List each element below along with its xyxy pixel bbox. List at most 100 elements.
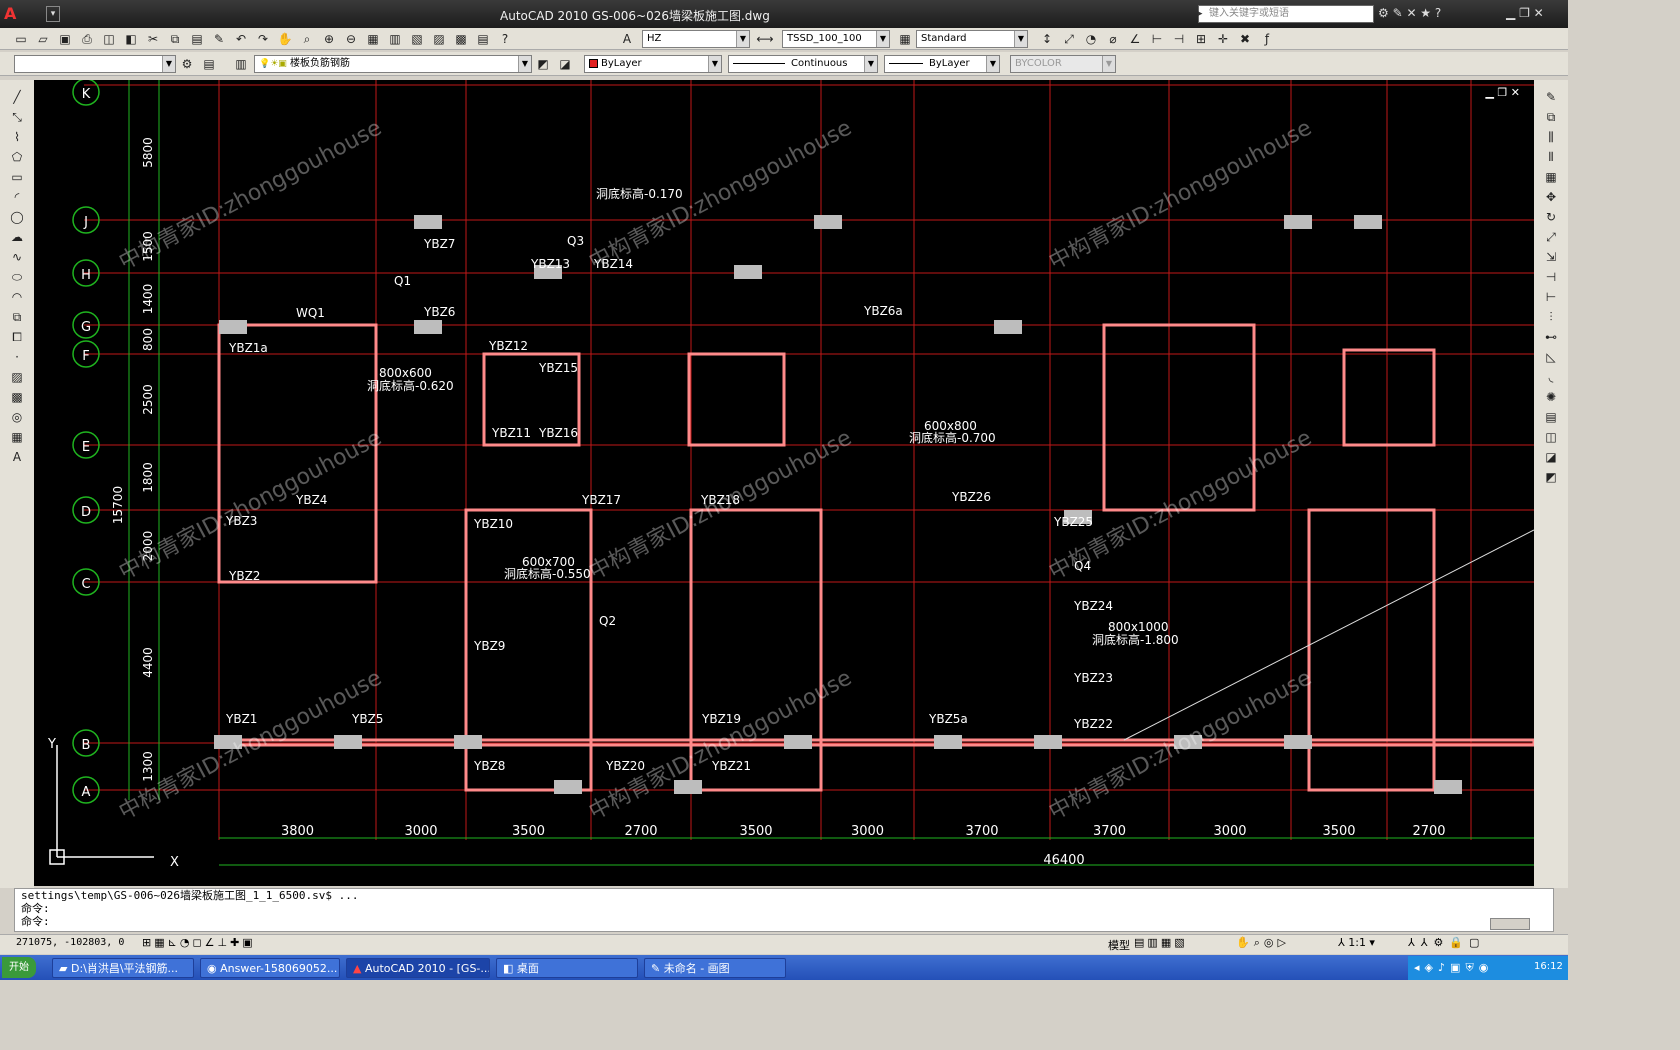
paste-icon[interactable]: ▤ — [188, 30, 206, 48]
linear-dim-icon[interactable]: ↕ — [1038, 30, 1056, 48]
polygon-icon[interactable]: ⬠ — [8, 148, 26, 166]
gradient-icon[interactable]: ▩ — [8, 388, 26, 406]
layer-previous-icon[interactable]: ◪ — [556, 55, 574, 73]
layer-state-select[interactable]: ▼ — [14, 55, 176, 73]
make-current-layer-icon[interactable]: ◩ — [534, 55, 552, 73]
tray-ime-icon[interactable]: ◈ — [1425, 961, 1433, 975]
snap-toggle-icon[interactable]: ⊞ — [142, 936, 151, 952]
tray-network-icon[interactable]: ▣ — [1450, 961, 1460, 975]
annotation-visibility-icon[interactable]: ⅄ — [1408, 936, 1415, 949]
tray-volume-icon[interactable]: ♪ — [1438, 961, 1445, 975]
rotate-icon[interactable]: ↻ — [1542, 208, 1560, 226]
lwt-toggle-icon[interactable]: ▣ — [242, 936, 252, 952]
preview-icon[interactable]: ◫ — [100, 30, 118, 48]
make-block-icon[interactable]: ⧠ — [8, 328, 26, 346]
publish-icon[interactable]: ◧ — [122, 30, 140, 48]
angular-dim-icon[interactable]: ∠ — [1126, 30, 1144, 48]
formula-icon[interactable]: ƒ — [1258, 30, 1276, 48]
markup-icon[interactable]: ▩ — [452, 30, 470, 48]
infocenter-icons[interactable]: ⚙ ✎ ✕ ★ ? — [1378, 6, 1488, 24]
polar-toggle-icon[interactable]: ◔ — [180, 936, 190, 952]
tolerance-icon[interactable]: ⊞ — [1192, 30, 1210, 48]
close-icon[interactable]: ✕ — [1534, 6, 1544, 20]
table-style-icon[interactable]: ▦ — [896, 30, 914, 48]
task-autocad[interactable]: ▲ AutoCAD 2010 - [GS-... — [346, 958, 490, 978]
redo-icon[interactable]: ↷ — [254, 30, 272, 48]
arc-icon[interactable]: ◜ — [8, 188, 26, 206]
search-input[interactable]: 键入关键字或短语 — [1198, 5, 1374, 23]
layer-manager-icon[interactable]: ▥ — [232, 55, 250, 73]
task-answer[interactable]: ◉ Answer-158069052... — [200, 958, 340, 978]
new-icon[interactable]: ▭ — [12, 30, 30, 48]
steering-wheel-icon[interactable]: ◎ — [1264, 936, 1274, 950]
ducs-toggle-icon[interactable]: ⊥ — [217, 936, 227, 952]
save-icon[interactable]: ▣ — [56, 30, 74, 48]
dyn-toggle-icon[interactable]: ✚ — [230, 936, 239, 952]
mtext-icon[interactable]: A — [8, 448, 26, 466]
spline-icon[interactable]: ∿ — [8, 248, 26, 266]
erase-icon[interactable]: ✎ — [1542, 88, 1560, 106]
clean-screen-icon[interactable]: ▢ — [1469, 936, 1479, 949]
table-icon[interactable]: ▦ — [8, 428, 26, 446]
cut-icon[interactable]: ✂ — [144, 30, 162, 48]
array-icon[interactable]: ▦ — [1542, 168, 1560, 186]
scale-icon[interactable]: ⤢ — [1542, 228, 1560, 246]
autocad-logo-icon[interactable]: A — [4, 4, 44, 24]
dim-style-icon[interactable]: ⟷ — [756, 30, 774, 48]
point-icon[interactable]: · — [8, 348, 26, 366]
zoom-realtime-icon[interactable]: ⌕ — [298, 30, 316, 48]
otrack-toggle-icon[interactable]: ∠ — [205, 936, 215, 952]
grid-toggle-icon[interactable]: ▦ — [154, 936, 164, 952]
viewport-restore-icon[interactable]: ❐ — [1497, 86, 1507, 99]
insert-block-icon[interactable]: ⧉ — [8, 308, 26, 326]
rectangle-icon[interactable]: ▭ — [8, 168, 26, 186]
annotation-scale[interactable]: ⅄ 1:1 ▾ — [1338, 936, 1375, 949]
copy-icon[interactable]: ⧉ — [166, 30, 184, 48]
layout1-icon[interactable]: ▤ — [1134, 936, 1144, 949]
mirror-icon[interactable]: ⫼ — [1542, 128, 1560, 146]
autoscale-icon[interactable]: ⅄ — [1421, 936, 1428, 949]
command-window[interactable]: settings\temp\GS-006~026墙梁板施工图_1_1_6500.… — [14, 888, 1554, 932]
ellipse-arc-icon[interactable]: ◠ — [8, 288, 26, 306]
model-button[interactable]: 模型 — [1108, 937, 1130, 953]
layer-freeze-icon[interactable]: ◩ — [1542, 468, 1560, 486]
properties-icon[interactable]: ▦ — [364, 30, 382, 48]
lineweight-select[interactable]: ByLayer ▼ — [884, 55, 1000, 73]
tool-palettes-icon[interactable]: ▧ — [408, 30, 426, 48]
hatch-icon[interactable]: ▨ — [8, 368, 26, 386]
task-desktop[interactable]: ◧ 桌面 — [496, 958, 638, 978]
trim-icon[interactable]: ⊣ — [1542, 268, 1560, 286]
undo-icon[interactable]: ↶ — [232, 30, 250, 48]
layer-properties-icon[interactable]: ▤ — [200, 55, 218, 73]
layer-state-manager-icon[interactable]: ⚙ — [178, 55, 196, 73]
quickview-drawings-icon[interactable]: ▧ — [1174, 936, 1184, 949]
tray-update-icon[interactable]: ◉ — [1479, 961, 1489, 975]
tray-shield-icon[interactable]: ⛨ — [1465, 961, 1473, 975]
design-center-icon[interactable]: ▥ — [386, 30, 404, 48]
open-icon[interactable]: ▱ — [34, 30, 52, 48]
layer-iso-icon[interactable]: ◫ — [1542, 428, 1560, 446]
text-style-select[interactable]: HZ ▼ — [642, 30, 750, 48]
circle-icon[interactable]: ◯ — [8, 208, 26, 226]
construction-line-icon[interactable]: ⤡ — [8, 108, 26, 126]
diameter-dim-icon[interactable]: ⌀ — [1104, 30, 1122, 48]
zoom-previous-icon[interactable]: ⊖ — [342, 30, 360, 48]
layer-off-icon[interactable]: ◪ — [1542, 448, 1560, 466]
task-explorer[interactable]: ▰ D:\肖洪昌\平法钢筋... — [52, 958, 194, 978]
command-prompt[interactable]: 命令: — [15, 915, 1553, 928]
erase-dim-icon[interactable]: ✖ — [1236, 30, 1254, 48]
fillet-icon[interactable]: ◟ — [1542, 368, 1560, 386]
ellipse-icon[interactable]: ⬭ — [8, 268, 26, 286]
line-icon[interactable]: ╱ — [8, 88, 26, 106]
help-icon[interactable]: ? — [496, 30, 514, 48]
extend-icon[interactable]: ⊢ — [1542, 288, 1560, 306]
dim-style-select[interactable]: TSSD_100_100 ▼ — [782, 30, 890, 48]
join-icon[interactable]: ⊷ — [1542, 328, 1560, 346]
command-scrollbar[interactable] — [1490, 918, 1530, 930]
text-style-icon[interactable]: A — [618, 30, 636, 48]
layer-tools-icon[interactable]: ▤ — [1542, 408, 1560, 426]
zoom-window-icon[interactable]: ⊕ — [320, 30, 338, 48]
ortho-toggle-icon[interactable]: ⊾ — [168, 936, 177, 952]
restore-icon[interactable]: ❐ — [1519, 6, 1530, 20]
workspace-icon[interactable]: ⚙ — [1433, 936, 1443, 949]
